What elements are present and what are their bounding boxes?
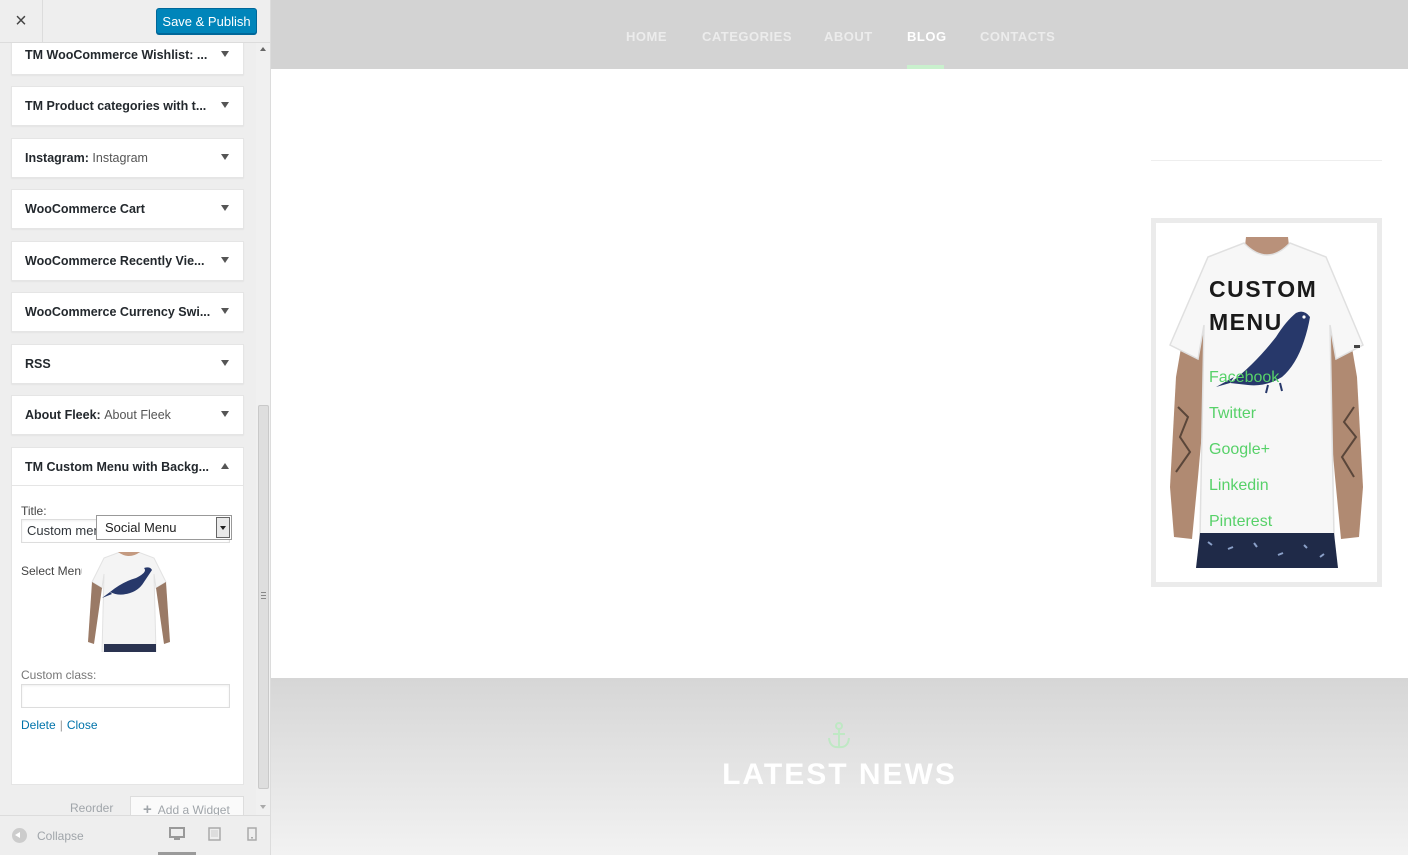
close-link[interactable]: Close <box>67 718 98 732</box>
widget-about-fleek[interactable]: About Fleek: About Fleek <box>11 395 244 435</box>
widget-instagram[interactable]: Instagram: Instagram <box>11 138 244 178</box>
sidebar-divider <box>1151 160 1382 161</box>
delete-link[interactable]: Delete <box>21 718 56 732</box>
desktop-preview-icon[interactable] <box>169 827 185 841</box>
sidebar-scrollbar[interactable] <box>256 43 270 815</box>
custom-class-label: Custom class: <box>21 668 97 682</box>
custom-class-input[interactable] <box>21 684 230 708</box>
widget-currency-switcher[interactable]: WooCommerce Currency Swi... <box>11 292 244 332</box>
widget-wishlist[interactable]: TM WooCommerce Wishlist: ... <box>11 43 244 75</box>
grip-icon <box>261 592 266 599</box>
widget-title: WooCommerce Recently Vie... <box>25 254 205 268</box>
widget-product-categories[interactable]: TM Product categories with t... <box>11 86 244 126</box>
background-image-thumbnail <box>82 552 176 652</box>
menu-link-facebook[interactable]: Facebook <box>1209 369 1279 387</box>
widget-title: Instagram: Instagram <box>25 151 148 165</box>
widget-custom-menu-expanded: TM Custom Menu with Backg... Title: Cust… <box>11 447 244 785</box>
nav-contacts[interactable]: CONTACTS <box>980 29 1055 44</box>
latest-news-title: LATEST NEWS <box>722 758 957 791</box>
menu-link-google-plus[interactable]: Google+ <box>1209 441 1270 459</box>
widgets-panel: TM WooCommerce Wishlist: ... TM Product … <box>0 43 256 815</box>
dropdown-arrow-icon[interactable] <box>216 517 230 538</box>
select-menu-dropdown[interactable]: Social Menu <box>96 515 232 540</box>
widget-title: WooCommerce Currency Swi... <box>25 305 211 319</box>
scroll-down-icon[interactable] <box>260 805 266 809</box>
expand-arrow-icon[interactable] <box>221 51 229 57</box>
scroll-up-icon[interactable] <box>260 47 266 51</box>
widget-actions: Delete | Close <box>21 718 98 732</box>
menu-link-pinterest[interactable]: Pinterest <box>1209 513 1272 531</box>
collapse-button[interactable]: Collapse <box>12 828 84 843</box>
site-header: HOME CATEGORIES ABOUT BLOG CONTACTS <box>271 0 1408 69</box>
collapse-icon <box>12 828 27 843</box>
anchor-icon <box>828 722 850 749</box>
select-menu-value: Social Menu <box>105 520 177 535</box>
close-icon[interactable]: × <box>0 0 43 42</box>
expand-arrow-icon[interactable] <box>221 102 229 108</box>
expand-arrow-icon[interactable] <box>221 308 229 314</box>
widget-title: WooCommerce Cart <box>25 202 145 216</box>
expand-arrow-icon[interactable] <box>221 411 229 417</box>
expand-arrow-icon[interactable] <box>221 257 229 263</box>
expand-arrow-icon[interactable] <box>221 205 229 211</box>
widget-header[interactable]: TM Custom Menu with Backg... <box>12 448 243 486</box>
select-menu-label: Select Menu: <box>21 564 92 578</box>
widget-title: TM WooCommerce Wishlist: ... <box>25 48 208 62</box>
tablet-preview-icon[interactable] <box>208 827 221 841</box>
nav-about[interactable]: ABOUT <box>824 29 873 44</box>
nav-home[interactable]: HOME <box>626 29 667 44</box>
scroll-thumb[interactable] <box>258 405 269 789</box>
sidebar-footer: Collapse <box>0 815 270 855</box>
active-nav-indicator <box>907 65 944 69</box>
widget-title: RSS <box>25 357 51 371</box>
custom-menu-widget: CUSTOM MENU Facebook Twitter Google+ Lin… <box>1151 218 1382 587</box>
widget-woocommerce-cart[interactable]: WooCommerce Cart <box>11 189 244 229</box>
widget-title: TM Product categories with t... <box>25 99 207 113</box>
widget-title: TM Custom Menu with Backg... <box>25 460 210 474</box>
customizer-sidebar: × Save & Publish TM WooCommerce Wishlist… <box>0 0 271 855</box>
sidebar-header: × Save & Publish <box>0 0 270 43</box>
expand-arrow-icon[interactable] <box>221 360 229 366</box>
nav-categories[interactable]: CATEGORIES <box>702 29 792 44</box>
menu-link-linkedin[interactable]: Linkedin <box>1209 477 1269 495</box>
latest-news-section: LATEST NEWS <box>271 678 1408 855</box>
save-publish-button[interactable]: Save & Publish <box>156 8 257 34</box>
site-preview: HOME CATEGORIES ABOUT BLOG CONTACTS CUST… <box>271 0 1408 855</box>
collapse-arrow-icon[interactable] <box>221 463 229 469</box>
menu-link-twitter[interactable]: Twitter <box>1209 405 1256 423</box>
mobile-preview-icon[interactable] <box>247 827 257 841</box>
title-label: Title: <box>21 504 47 518</box>
link-separator: | <box>59 718 63 732</box>
widget-recently-viewed[interactable]: WooCommerce Recently Vie... <box>11 241 244 281</box>
widget-rss[interactable]: RSS <box>11 344 244 384</box>
expand-arrow-icon[interactable] <box>221 154 229 160</box>
collapse-label: Collapse <box>37 828 84 843</box>
nav-blog[interactable]: BLOG <box>907 29 947 44</box>
custom-menu-title: CUSTOM MENU <box>1209 276 1318 335</box>
reorder-link[interactable]: Reorder <box>70 801 113 815</box>
widget-title: About Fleek: About Fleek <box>25 408 171 422</box>
